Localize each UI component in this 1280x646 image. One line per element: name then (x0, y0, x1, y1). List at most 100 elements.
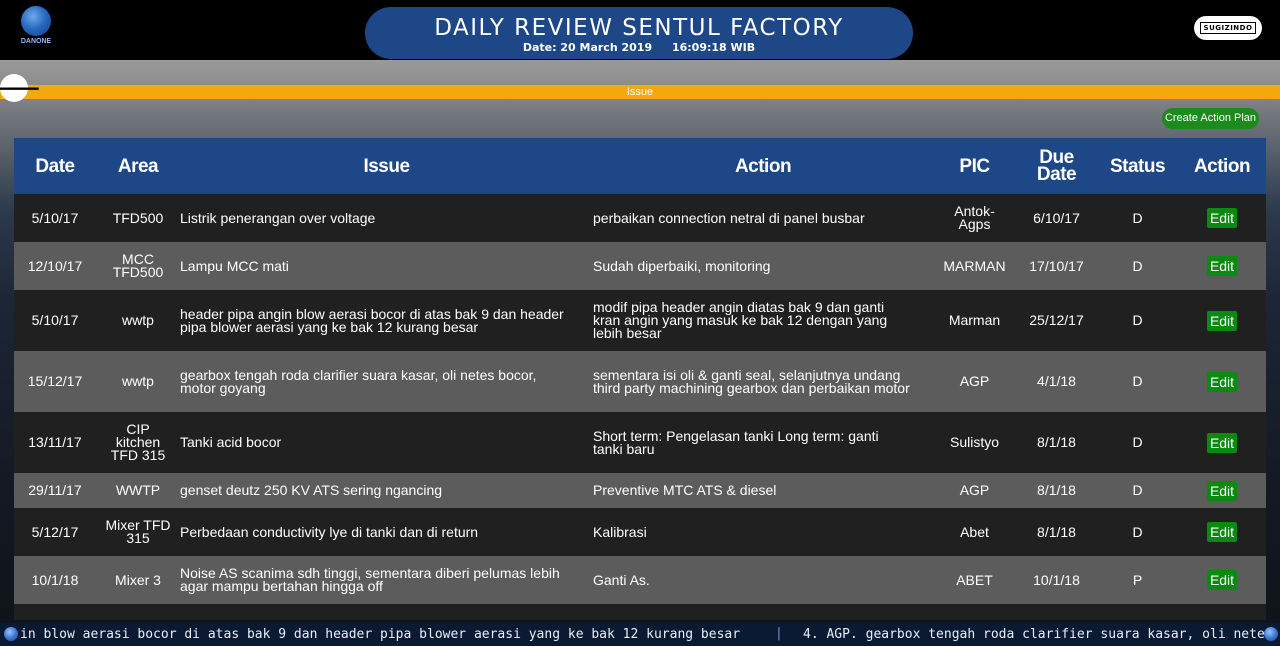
cell-empty (1097, 604, 1178, 620)
back-button[interactable]: 🡐 (0, 74, 41, 102)
page-title: DAILY REVIEW SENTUL FACTORY (434, 15, 844, 41)
date-time-line: Date: 20 March 2019 16:09:18 WIB (365, 41, 913, 55)
table-header-row: Date Area Issue Action PIC Due Date Stat… (14, 138, 1266, 194)
cell-status: D (1097, 473, 1178, 508)
cell-status: D (1097, 351, 1178, 412)
table-row: 5/10/17 wwtp header pipa angin blow aera… (14, 290, 1266, 351)
cell-area: wwtp (96, 351, 180, 412)
sugizindo-logo: SUGIZINDO (1194, 16, 1262, 40)
cell-issue: gearbox tengah roda clarifier suara kasa… (180, 351, 593, 412)
cell-area: CIP kitchen TFD 315 (96, 412, 180, 473)
globe-icon (1264, 627, 1278, 641)
edit-button[interactable]: Edit (1206, 310, 1238, 331)
cell-pic: Abet (933, 508, 1016, 556)
create-action-plan-button[interactable]: Create Action Plan (1162, 108, 1259, 129)
time-text: 16:09:18 WIB (671, 41, 756, 54)
globe-icon (4, 627, 18, 641)
cell-pic: Antok-Agps (933, 194, 1016, 242)
cell-action: Kalibrasi (593, 508, 933, 556)
cell-action: Sudah diperbaiki, monitoring (593, 242, 933, 290)
cell-due: 17/10/17 (1016, 242, 1097, 290)
cell-due: 25/12/17 (1016, 290, 1097, 351)
cell-area: TFD500 (96, 194, 180, 242)
cell-empty (593, 604, 933, 620)
cell-date: 13/11/17 (14, 412, 96, 473)
header-action-col: Action (1178, 138, 1266, 194)
table-row: 10/1/18 Mixer 3 Noise AS scanima sdh tin… (14, 556, 1266, 604)
cell-area: WWTP (96, 473, 180, 508)
edit-button[interactable]: Edit (1206, 570, 1238, 590)
issue-table: Date Area Issue Action PIC Due Date Stat… (14, 138, 1266, 620)
cell-empty (14, 604, 96, 620)
header-date: Date (14, 138, 96, 194)
cell-pic: MARMAN (933, 242, 1016, 290)
cell-status: D (1097, 194, 1178, 242)
edit-button[interactable]: Edit (1206, 371, 1238, 392)
sugizindo-logo-text: SUGIZINDO (1199, 22, 1257, 34)
cell-empty (180, 604, 593, 620)
cell-area: wwtp (96, 290, 180, 351)
cell-empty (96, 604, 180, 620)
edit-button[interactable]: Edit (1206, 208, 1238, 228)
cell-pic: Sulistyo (933, 412, 1016, 473)
cell-pic: AGP (933, 351, 1016, 412)
cell-empty (1178, 604, 1266, 620)
cell-area-text: CIP kitchen TFD 315 (110, 421, 166, 463)
table-row: 13/11/17 CIP kitchen TFD 315 Tanki acid … (14, 412, 1266, 473)
header-status: Status (1097, 138, 1178, 194)
cell-area-text: Mixer TFD 315 (105, 517, 171, 546)
cell-due: 8/1/18 (1016, 508, 1097, 556)
cell-issue: Perbedaan conductivity lye di tanki dan … (180, 508, 593, 556)
edit-button[interactable]: Edit (1206, 522, 1238, 542)
cell-date: 5/12/17 (14, 508, 96, 556)
cell-due: 4/1/18 (1016, 351, 1097, 412)
cell-pic: Marman (933, 290, 1016, 351)
cell-status: D (1097, 508, 1178, 556)
section-title-bar: Issue (0, 85, 1280, 99)
cell-issue: genset deutz 250 KV ATS sering ngancing (180, 473, 593, 508)
table-row: 29/11/17 WWTP genset deutz 250 KV ATS se… (14, 473, 1266, 508)
cell-action: Short term: Pengelasan tanki Long term: … (593, 412, 933, 473)
news-ticker: in blow aerasi bocor di atas bak 9 dan h… (0, 623, 1280, 646)
header-due-date: Due Date (1016, 138, 1097, 194)
cell-edit: Edit (1178, 290, 1266, 351)
ticker-message-2: 4. AGP. gearbox tengah roda clarifier su… (803, 627, 1280, 642)
cell-status: D (1097, 412, 1178, 473)
edit-button[interactable]: Edit (1206, 256, 1238, 276)
cell-issue: header pipa angin blow aerasi bocor di a… (180, 290, 593, 351)
globe-icon (21, 6, 51, 36)
cell-area: MCC TFD500 (96, 242, 180, 290)
cell-area: Mixer 3 (96, 556, 180, 604)
cell-due: 6/10/17 (1016, 194, 1097, 242)
cell-empty (1016, 604, 1097, 620)
cell-action: Ganti As. (593, 556, 933, 604)
cell-edit: Edit (1178, 351, 1266, 412)
header-action: Action (593, 138, 933, 194)
cell-edit: Edit (1178, 473, 1266, 508)
cell-issue: Tanki acid bocor (180, 412, 593, 473)
cell-date: 5/10/17 (14, 194, 96, 242)
cell-edit: Edit (1178, 556, 1266, 604)
table-row: 5/12/17 Mixer TFD 315 Perbedaan conducti… (14, 508, 1266, 556)
header-area: Area (96, 138, 180, 194)
edit-button[interactable]: Edit (1206, 432, 1238, 453)
cell-action: sementara isi oli & ganti seal, selanjut… (593, 351, 933, 412)
cell-date: 15/12/17 (14, 351, 96, 412)
table-row: 12/10/17 MCC TFD500 Lampu MCC mati Sudah… (14, 242, 1266, 290)
table-row: 5/10/17 TFD500 Listrik penerangan over v… (14, 194, 1266, 242)
edit-button[interactable]: Edit (1206, 480, 1238, 501)
ticker-message-1: in blow aerasi bocor di atas bak 9 dan h… (20, 627, 741, 642)
issue-table-container[interactable]: Date Area Issue Action PIC Due Date Stat… (14, 138, 1266, 620)
cell-action: modif pipa header angin diatas bak 9 dan… (593, 290, 933, 351)
cell-pic: AGP (933, 473, 1016, 508)
top-header: DANONE DAILY REVIEW SENTUL FACTORY Date:… (0, 0, 1280, 60)
danone-logo-text: DANONE (20, 38, 52, 45)
header-due-date-text: Due Date (1036, 147, 1077, 185)
cell-status: P (1097, 556, 1178, 604)
cell-edit: Edit (1178, 508, 1266, 556)
cell-status: D (1097, 290, 1178, 351)
cell-empty (933, 604, 1016, 620)
cell-status: D (1097, 242, 1178, 290)
cell-edit: Edit (1178, 194, 1266, 242)
cell-edit: Edit (1178, 412, 1266, 473)
